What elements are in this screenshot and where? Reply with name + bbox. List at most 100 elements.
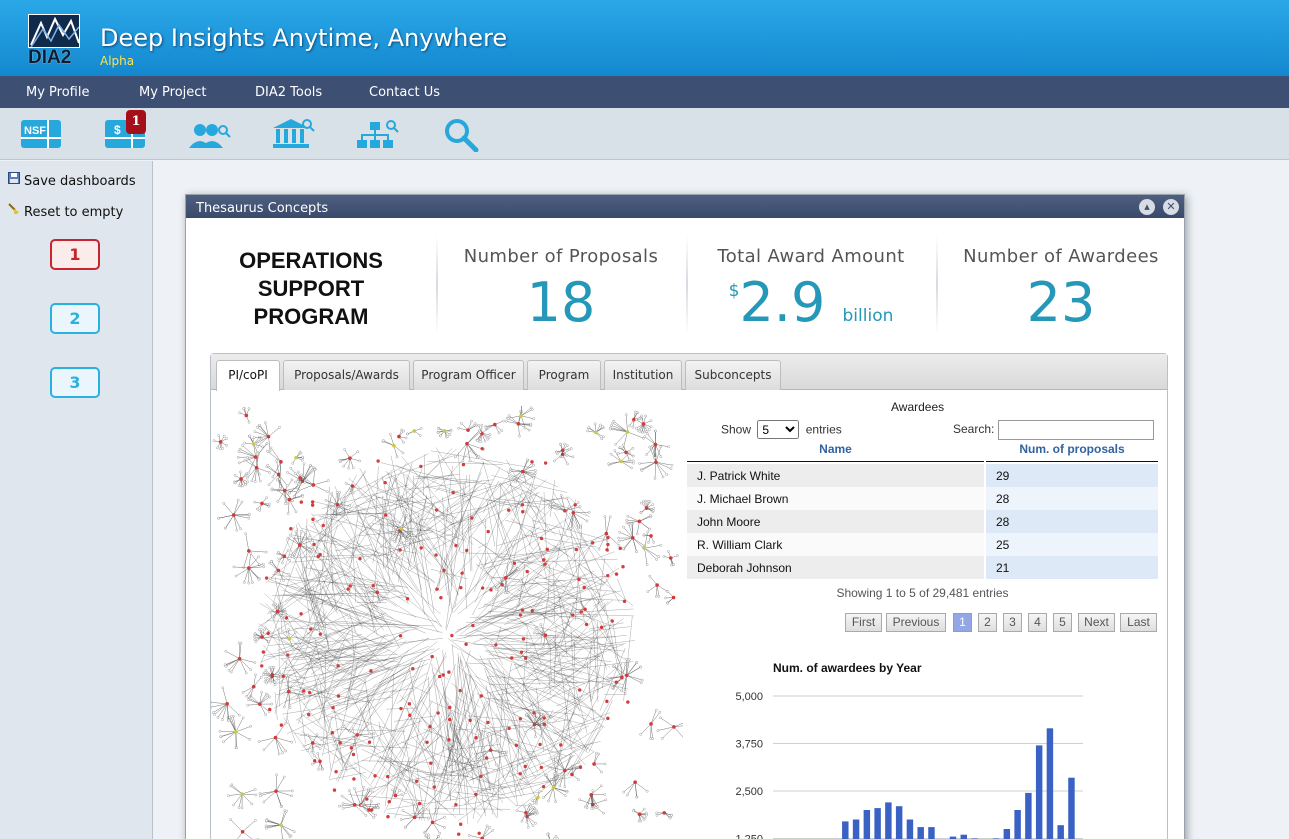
table-row[interactable]: Deborah Johnson 21 xyxy=(687,556,1158,579)
chart-bar xyxy=(1025,792,1032,839)
close-icon[interactable]: ✕ xyxy=(1163,199,1179,215)
chart-bar xyxy=(1035,745,1043,839)
logo-mark-icon xyxy=(28,14,80,48)
chart-bar xyxy=(928,827,935,839)
show-label: Show xyxy=(721,422,752,437)
search-input[interactable] xyxy=(997,420,1154,440)
hierarchy-search-icon[interactable] xyxy=(354,116,400,152)
save-dashboards-label: Save dashboards xyxy=(24,174,136,189)
pagination-page-3[interactable]: 3 xyxy=(1003,613,1022,632)
search-label: Search: xyxy=(953,422,995,437)
chart-bar xyxy=(960,834,967,839)
chart-bar xyxy=(852,819,860,839)
program-stats: OPERATIONS SUPPORT PROGRAM Number of Pro… xyxy=(186,219,1186,339)
nav-my-profile[interactable]: My Profile xyxy=(26,85,89,100)
divider xyxy=(936,235,938,335)
cell-name: J. Michael Brown xyxy=(687,487,984,510)
chart-bar xyxy=(874,808,881,839)
dia2-logo[interactable]: DIA2 xyxy=(28,14,82,68)
table-row[interactable]: John Moore 28 xyxy=(687,510,1158,533)
broom-icon xyxy=(8,202,20,219)
award-currency: $ xyxy=(728,281,740,301)
cell-name: Deborah Johnson xyxy=(687,556,984,579)
chart-bar xyxy=(1014,810,1021,839)
table-row[interactable]: J. Michael Brown 28 xyxy=(687,487,1158,510)
pagination-previous[interactable]: Previous xyxy=(886,613,946,632)
chart-bar xyxy=(1057,825,1064,839)
pagination-next[interactable]: Next xyxy=(1078,613,1115,632)
chart-bar xyxy=(1068,777,1075,839)
awardees-title: Awardees xyxy=(891,400,945,414)
chart-bar xyxy=(1046,728,1054,839)
nav-contact-us[interactable]: Contact Us xyxy=(369,85,440,100)
svg-text:NSF: NSF xyxy=(24,125,46,137)
pagination-page-4[interactable]: 4 xyxy=(1028,613,1047,632)
page-size-control: Show 5 entries xyxy=(721,420,842,439)
app-header: DIA2 Deep Insights Anytime, Anywhere Alp… xyxy=(0,0,1289,76)
pagination-last[interactable]: Last xyxy=(1120,613,1157,632)
award-value: 2.9 xyxy=(739,271,826,334)
institution-search-icon[interactable] xyxy=(270,116,316,152)
cell-name: R. William Clark xyxy=(687,533,984,556)
table-row[interactable]: J. Patrick White 29 xyxy=(687,464,1158,487)
tab-program[interactable]: Program xyxy=(527,360,601,390)
chart-bar xyxy=(885,802,892,839)
page-size-select[interactable]: 5 xyxy=(757,420,800,439)
award-unit: billion xyxy=(842,306,894,326)
tab-proposals-awards[interactable]: Proposals/Awards xyxy=(283,360,410,390)
y-tick-label: 5,000 xyxy=(735,691,763,703)
search-icon[interactable] xyxy=(438,116,484,153)
nav-my-project[interactable]: My Project xyxy=(139,85,207,100)
sidebar: Save dashboards Reset to empty 1 2 3 xyxy=(0,161,153,839)
chart-bar xyxy=(917,827,924,839)
dashboard-1-button[interactable]: 1 xyxy=(50,239,100,270)
cell-count: 21 xyxy=(986,556,1158,579)
pi-network-graph[interactable] xyxy=(211,406,683,839)
collapse-icon[interactable]: ▴ xyxy=(1139,199,1155,215)
proposals-value: 18 xyxy=(526,271,596,334)
dashboard-2-button[interactable]: 2 xyxy=(50,303,100,334)
dashboard-3-button[interactable]: 3 xyxy=(50,367,100,398)
floppy-icon xyxy=(8,171,20,188)
notification-badge[interactable]: 1 xyxy=(126,110,146,134)
pagination-page-5[interactable]: 5 xyxy=(1053,613,1072,632)
table-row[interactable]: R. William Clark 25 xyxy=(687,533,1158,556)
awardees-by-year-chart: Num. of awardees by Year 5,000 3,750 2,500 1… xyxy=(707,654,1167,839)
tab-subconcepts[interactable]: Subconcepts xyxy=(685,360,781,390)
reset-to-empty-button[interactable]: Reset to empty xyxy=(8,201,123,220)
chart-title: Num. of awardees by Year xyxy=(773,661,922,675)
tabs-container: PI/coPI Proposals/Awards Program Officer… xyxy=(210,353,1168,839)
y-tick-label: 1,250 xyxy=(735,834,763,839)
save-dashboards-button[interactable]: Save dashboards xyxy=(8,170,136,189)
column-header-proposals[interactable]: Num. of proposals xyxy=(986,442,1158,462)
y-tick-label: 3,750 xyxy=(735,739,763,751)
cell-name: J. Patrick White xyxy=(687,464,984,487)
app-subtitle: Alpha xyxy=(100,54,135,68)
widget-toolbar: NSF $ xyxy=(0,108,1289,160)
proposals-label: Number of Proposals xyxy=(463,246,659,267)
nsf-program-icon[interactable]: NSF xyxy=(18,116,64,152)
panel-header: Thesaurus Concepts ▴ ✕ xyxy=(186,195,1184,218)
nav-dia2-tools[interactable]: DIA2 Tools xyxy=(255,85,322,100)
table-search: Search: xyxy=(953,420,1154,440)
awardees-value: 23 xyxy=(1026,271,1096,334)
svg-text:$: $ xyxy=(114,123,121,137)
tab-institution[interactable]: Institution xyxy=(604,360,682,390)
chart-bar xyxy=(1003,829,1011,839)
chart-bar xyxy=(895,806,903,839)
pagination-page-2[interactable]: 2 xyxy=(978,613,997,632)
pagination-page-1[interactable]: 1 xyxy=(953,613,972,632)
column-header-name[interactable]: Name xyxy=(687,442,984,462)
logo-text: DIA2 xyxy=(28,47,72,68)
tab-program-officer[interactable]: Program Officer xyxy=(413,360,524,390)
chart-bar xyxy=(863,810,871,839)
divider xyxy=(686,235,688,335)
tab-strip: PI/coPI Proposals/Awards Program Officer… xyxy=(211,354,1167,391)
people-search-icon[interactable] xyxy=(186,116,232,152)
thesaurus-concepts-panel: Thesaurus Concepts ▴ ✕ OPERATIONS SUPPOR… xyxy=(185,194,1185,839)
reset-to-empty-label: Reset to empty xyxy=(24,205,124,220)
pagination-first[interactable]: First xyxy=(845,613,882,632)
divider xyxy=(436,235,438,335)
main-nav: My Profile My Project DIA2 Tools Contact… xyxy=(0,76,1289,108)
tab-pi-copi[interactable]: PI/coPI xyxy=(216,360,280,391)
